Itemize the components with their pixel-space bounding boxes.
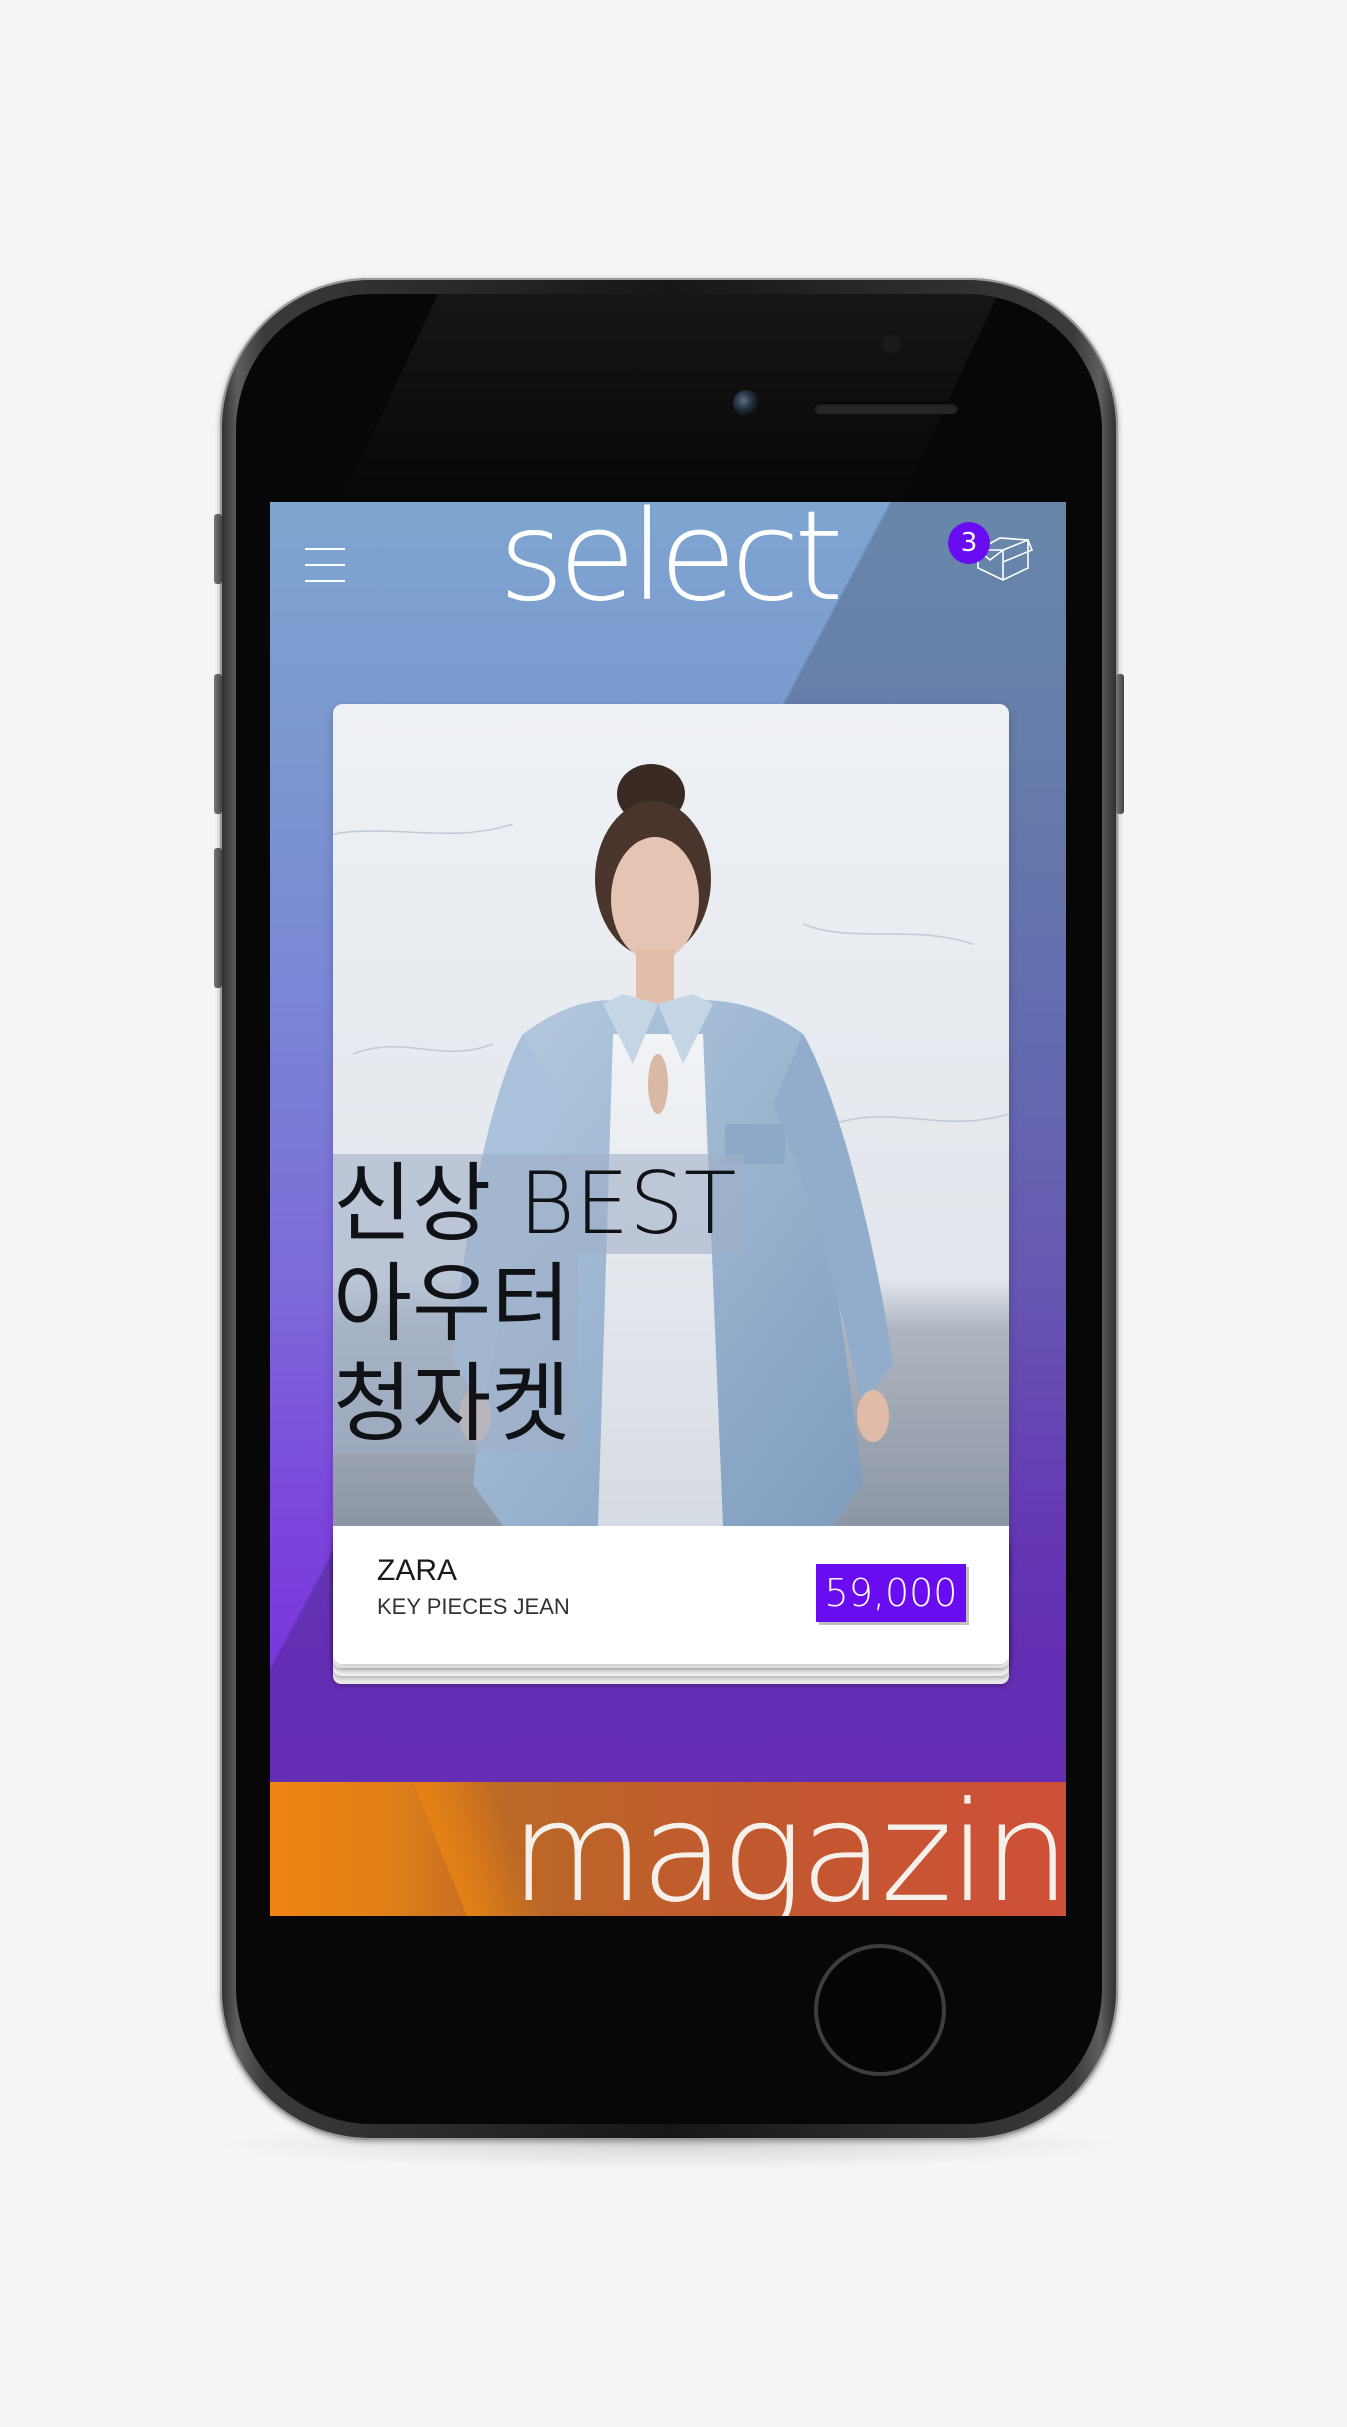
app-title: select [498,502,843,629]
magazine-banner[interactable]: magazine [270,1782,1066,1916]
front-camera-icon [733,390,759,416]
price-tag[interactable]: 59,000 [816,1564,966,1622]
brand-name: ZARA [377,1554,458,1587]
cart-count-badge: 3 [948,522,990,564]
sensor-dot [882,335,900,353]
mute-switch [214,514,222,584]
mockup-stage: select 3 신상 BEST 아우터 청자켓 ZARA KEY PIECES… [0,0,1347,2427]
app-screen: select 3 신상 BEST 아우터 청자켓 ZARA KEY PIECES… [270,502,1066,1916]
headline-line: 신상 BEST [333,1154,745,1254]
product-photo: 신상 BEST 아우터 청자켓 [333,704,1009,1526]
volume-up-button [214,674,222,814]
earpiece-speaker [814,402,958,414]
cart-button[interactable]: 3 [948,522,1048,602]
product-headline: 신상 BEST 아우터 청자켓 [333,1154,745,1454]
headline-line: 아우터 [333,1254,744,1354]
product-info: ZARA KEY PIECES JEAN 59,000 [333,1526,1009,1664]
power-button [1116,674,1124,814]
magazine-label: magazine [510,1782,1066,1916]
product-card[interactable]: 신상 BEST 아우터 청자켓 ZARA KEY PIECES JEAN 59,… [333,704,1009,1664]
headline-line: 청자켓 [333,1354,744,1454]
volume-down-button [214,848,222,988]
product-name: KEY PIECES JEAN [377,1594,570,1619]
home-button[interactable] [814,1944,946,2076]
